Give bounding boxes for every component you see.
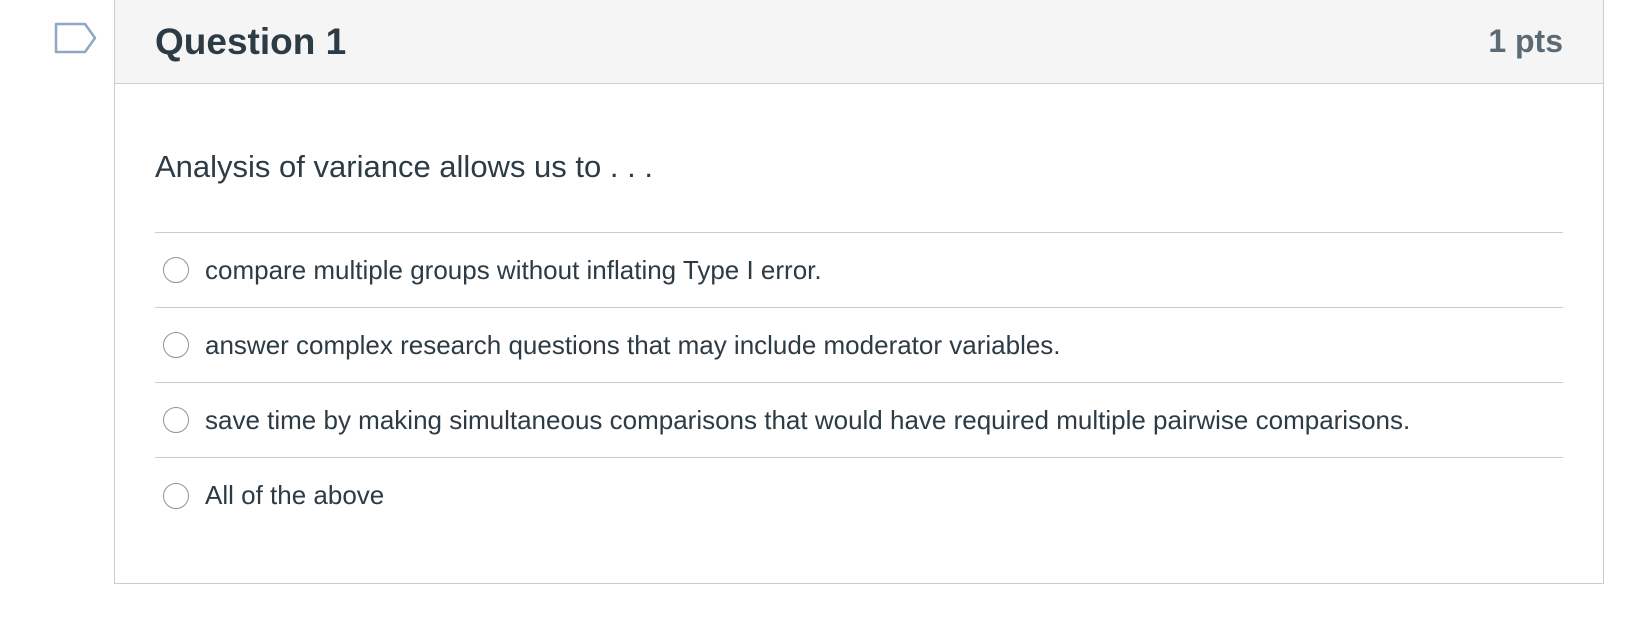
question-points: 1 pts [1488,23,1563,59]
answer-label[interactable]: answer complex research questions that m… [205,330,1061,361]
radio-button-icon[interactable] [163,482,189,509]
answer-option-1[interactable]: compare multiple groups without inflatin… [155,233,1563,308]
radio-button-icon[interactable] [163,257,189,283]
question-body: Analysis of variance allows us to . . . … [115,147,1603,533]
radio-button-icon[interactable] [163,407,189,433]
answer-label[interactable]: compare multiple groups without inflatin… [205,255,822,286]
question-header: Question 1 1 pts [115,0,1603,84]
answer-label[interactable]: All of the above [205,480,384,511]
answer-label[interactable]: save time by making simultaneous compari… [205,405,1410,436]
question-text: Analysis of variance allows us to . . . [155,149,653,184]
answer-option-4[interactable]: All of the above [155,458,1563,533]
flag-question-icon[interactable] [54,22,98,54]
question-card: Question 1 1 pts Analysis of variance al… [114,0,1604,584]
answer-option-3[interactable]: save time by making simultaneous compari… [155,383,1563,458]
answer-list: compare multiple groups without inflatin… [155,232,1563,533]
answer-option-2[interactable]: answer complex research questions that m… [155,308,1563,383]
question-title: Question 1 [155,20,347,62]
radio-button-icon[interactable] [163,332,189,358]
